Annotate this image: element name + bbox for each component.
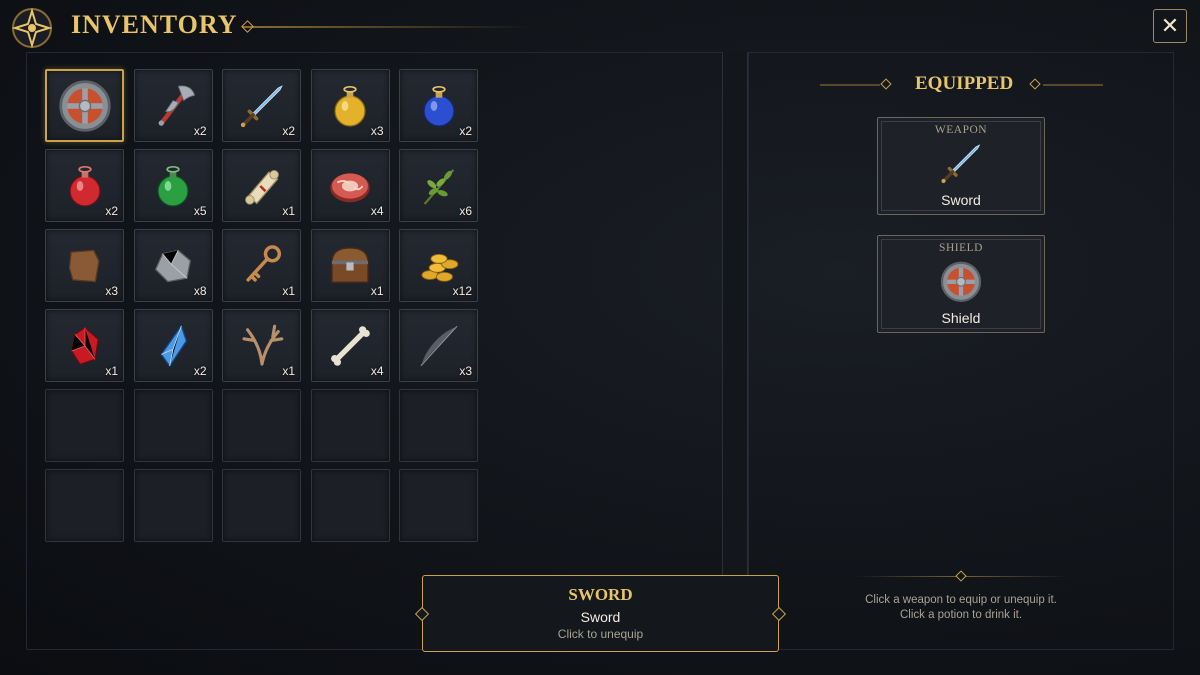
item-quantity: x2 (459, 124, 472, 138)
inventory-grid: x2 x2 x3 x2 x2 x5 x1 x4 x6 x3 x8 x1 x1 x12 x1 x2 x1 x4 x3 (45, 69, 479, 542)
tooltip-hint: Click to unequip (557, 627, 644, 641)
tooltip-title: SWORD (568, 585, 633, 604)
inventory-slot-green-potion[interactable]: x5 (133, 149, 213, 222)
inventory-slot-gold-coins[interactable]: x12 (399, 229, 478, 302)
shield-name: Shield (941, 310, 981, 326)
inventory-slot-ruby[interactable]: x1 (45, 309, 124, 382)
item-quantity: x2 (105, 204, 118, 218)
inventory-slot-empty[interactable] (399, 469, 478, 542)
inventory-slot-yellow-potion[interactable]: x3 (310, 69, 390, 142)
inventory-slot-scroll[interactable]: x1 (222, 149, 301, 222)
item-tooltip[interactable]: SWORD Sword Click to unequip (414, 575, 787, 652)
weapon-name: Sword (941, 192, 981, 208)
item-quantity: x2 (282, 124, 295, 138)
sword-icon (240, 84, 283, 127)
crystal-icon (160, 324, 188, 367)
item-quantity: x5 (193, 204, 207, 218)
bone-icon (331, 325, 370, 366)
inventory-slot-red-potion[interactable]: x2 (45, 149, 124, 222)
item-quantity: x1 (105, 364, 118, 378)
equipped-title: EQUIPPED (915, 73, 1014, 94)
yellow-potion-icon (334, 85, 366, 127)
item-quantity: x4 (370, 364, 384, 378)
inventory-slot-shield[interactable] (45, 69, 124, 142)
inventory-slot-meat[interactable]: x4 (310, 149, 390, 222)
item-quantity: x3 (459, 364, 472, 378)
equipped-shield-slot[interactable]: SHIELD Shield (877, 235, 1045, 333)
item-quantity: x2 (193, 364, 207, 378)
item-quantity: x3 (105, 284, 118, 298)
help-line-2: Click a potion to drink it. (899, 609, 1023, 621)
key-icon (245, 244, 281, 282)
green-potion-icon (157, 165, 189, 207)
ruby-icon (70, 326, 99, 365)
inventory-slot-empty[interactable] (45, 469, 124, 542)
inventory-slot-herb[interactable]: x6 (399, 149, 478, 222)
inventory-slot-empty[interactable] (45, 389, 124, 462)
inventory-slot-sword[interactable]: x2 (222, 69, 301, 142)
shield-slot-label: SHIELD (939, 242, 983, 254)
title-diamond-ornament (241, 20, 254, 33)
axe-icon (158, 84, 196, 126)
item-quantity: x2 (193, 124, 207, 138)
inventory-slot-stone[interactable]: x8 (133, 229, 213, 302)
inventory-slot-empty[interactable] (310, 469, 390, 542)
tooltip-item-name: Sword (580, 609, 621, 625)
inventory-slot-feather[interactable]: x3 (399, 309, 478, 382)
help-line-1: Click a weapon to equip or unequip it. (865, 594, 1057, 606)
item-quantity: x1 (282, 364, 295, 378)
weapon-slot-label: WEAPON (934, 124, 988, 136)
item-quantity: x6 (459, 204, 472, 218)
inventory-slot-empty[interactable] (133, 469, 213, 542)
shield-icon (58, 79, 111, 132)
inventory-slot-key[interactable]: x1 (222, 229, 301, 302)
herb-icon (423, 168, 454, 205)
item-quantity: x12 (452, 284, 472, 298)
inventory-slot-bone[interactable]: x4 (310, 309, 390, 382)
equipped-title-line-right (1043, 84, 1103, 86)
feather-icon (420, 324, 458, 366)
red-potion-icon (68, 165, 101, 207)
item-quantity: x8 (193, 284, 207, 298)
sword-icon (941, 144, 981, 184)
inventory-slot-empty[interactable] (133, 389, 213, 462)
equipped-title-line-left (820, 84, 880, 86)
equipped-weapon-slot[interactable]: WEAPON Sword (877, 117, 1045, 215)
inventory-slot-leather[interactable]: x3 (45, 229, 124, 302)
help-text: Click a weapon to equip or unequip it. C… (850, 593, 1072, 623)
scroll-icon (244, 169, 279, 205)
close-button[interactable]: ✕ (1153, 9, 1187, 43)
item-quantity: x4 (370, 204, 384, 218)
stone-icon (154, 249, 192, 282)
meat-icon (330, 172, 370, 202)
shield-icon (940, 261, 982, 302)
inventory-slot-blue-potion[interactable]: x2 (399, 69, 478, 142)
inventory-slot-empty[interactable] (399, 389, 478, 462)
inventory-slot-crystal[interactable]: x2 (133, 309, 213, 382)
item-quantity: x3 (370, 124, 384, 138)
inventory-slot-axe[interactable]: x2 (133, 69, 213, 142)
antler-icon (241, 324, 283, 366)
page-title: INVENTORY (71, 10, 238, 39)
header: INVENTORY ✕ (0, 0, 1200, 54)
item-quantity: x1 (370, 284, 384, 298)
inventory-slot-empty[interactable] (222, 389, 301, 462)
inventory-slot-antler[interactable]: x1 (222, 309, 301, 382)
panel-divider (722, 52, 748, 650)
chest-icon (331, 246, 369, 283)
leather-icon (68, 249, 100, 282)
inventory-slot-empty[interactable] (310, 389, 390, 462)
item-quantity: x1 (282, 284, 295, 298)
inventory-slot-empty[interactable] (222, 469, 301, 542)
compass-emblem-icon (11, 7, 53, 49)
blue-potion-icon (422, 85, 455, 127)
inventory-slot-chest[interactable]: x1 (310, 229, 390, 302)
item-quantity: x1 (282, 204, 295, 218)
title-divider (242, 26, 532, 28)
